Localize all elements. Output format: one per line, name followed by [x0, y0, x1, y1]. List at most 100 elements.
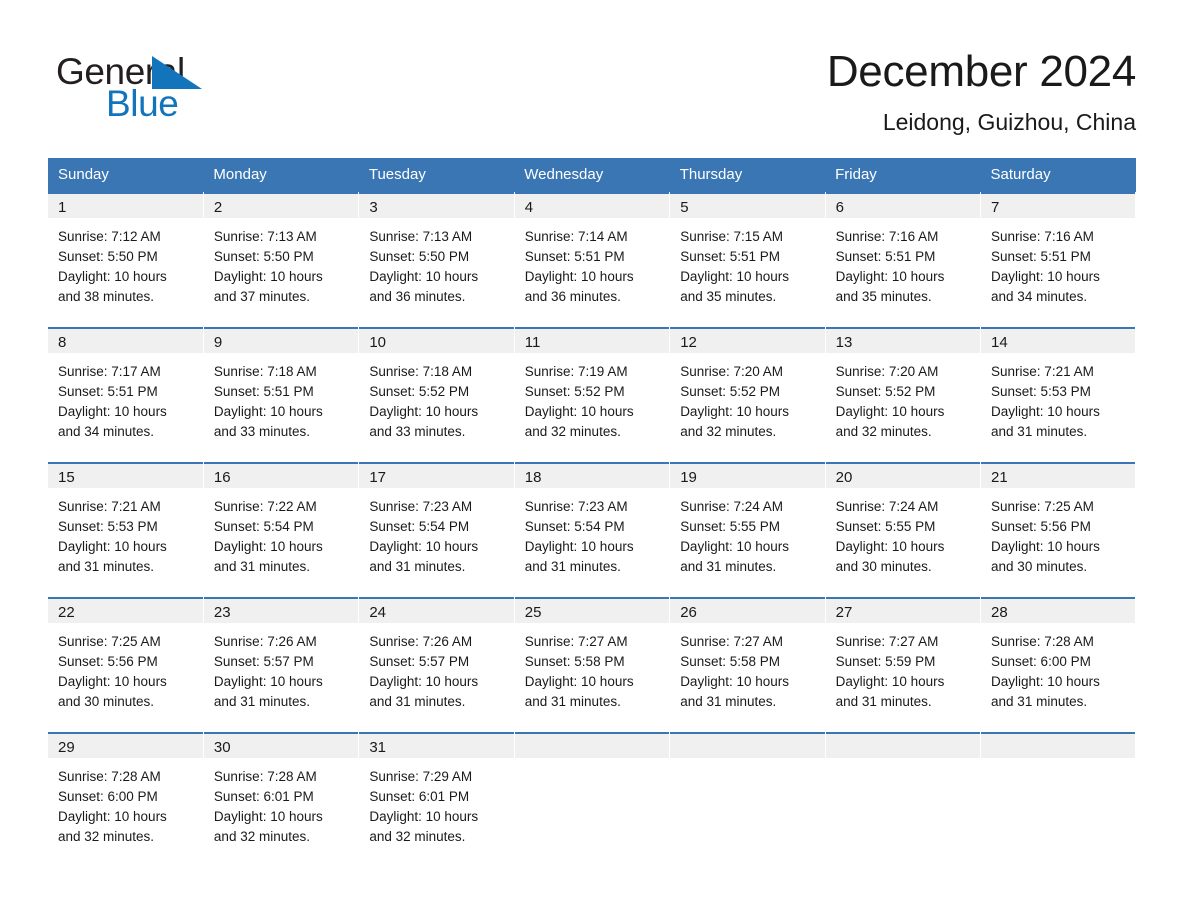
day-details: Sunrise: 7:24 AM Sunset: 5:55 PM Daylight:…	[826, 488, 980, 577]
calendar-day-cell[interactable]: 18 Sunrise: 7:23 AM Sunset: 5:54 PM Dayligh…	[514, 462, 671, 597]
calendar-day-cell[interactable]: 23 Sunrise: 7:26 AM Sunset: 5:57 PM Dayligh…	[203, 597, 360, 732]
weekday-header-tuesday: Tuesday	[358, 158, 515, 192]
calendar-day-cell[interactable]: 4 Sunrise: 7:14 AM Sunset: 5:51 PM Daylight…	[514, 192, 671, 327]
weekday-header-friday: Friday	[825, 158, 981, 192]
calendar-body: 1 Sunrise: 7:12 AM Sunset: 5:50 PM Daylight…	[48, 192, 1137, 867]
calendar-day-cell[interactable]: 5 Sunrise: 7:15 AM Sunset: 5:51 PM Daylight…	[669, 192, 826, 327]
calendar-day-cell[interactable]: 27 Sunrise: 7:27 AM Sunset: 5:59 PM Dayligh…	[825, 597, 982, 732]
day-daylight-line1-text: Daylight: 10 hours	[680, 404, 789, 419]
calendar-day-cell[interactable]: 2 Sunrise: 7:13 AM Sunset: 5:50 PM Daylight…	[203, 192, 360, 327]
day-details: Sunrise: 7:13 AM Sunset: 5:50 PM Daylight:…	[359, 218, 513, 307]
calendar-day-cell[interactable]: 28 Sunrise: 7:28 AM Sunset: 6:00 PM Dayligh…	[980, 597, 1137, 732]
day-daylight-line2-text: and 30 minutes.	[835, 559, 932, 574]
calendar-day-cell[interactable]: 19 Sunrise: 7:24 AM Sunset: 5:55 PM Dayligh…	[669, 462, 826, 597]
day-sunset-text: Sunset: 5:51 PM	[58, 384, 158, 399]
day-sunset-text: Sunset: 5:57 PM	[213, 654, 314, 669]
day-daylight-line1-text: Daylight: 10 hours	[58, 809, 167, 824]
calendar-day-cell[interactable]: 3 Sunrise: 7:13 AM Sunset: 5:50 PM Daylight…	[358, 192, 515, 327]
day-details: Sunrise: 7:27 AM Sunset: 5:59 PM Daylight:…	[826, 623, 980, 712]
day-daylight-line1-text: Daylight: 10 hours	[58, 269, 167, 284]
day-daylight-line2-text: and 31 minutes.	[991, 694, 1088, 709]
day-daylight-line1-text: Daylight: 10 hours	[369, 809, 479, 824]
weekday-header-saturday: Saturday	[980, 158, 1136, 192]
day-daylight-line2-text: and 32 minutes.	[369, 829, 466, 844]
day-number: 24	[359, 597, 514, 623]
calendar-day-cell[interactable]: 31 Sunrise: 7:29 AM Sunset: 6:01 PM Dayligh…	[358, 732, 515, 867]
day-daylight-line2-text: and 33 minutes.	[369, 424, 466, 439]
calendar-day-cell[interactable]: 29 Sunrise: 7:28 AM Sunset: 6:00 PM Dayligh…	[48, 732, 204, 867]
calendar-day-cell[interactable]: 1 Sunrise: 7:12 AM Sunset: 5:50 PM Daylight…	[48, 192, 204, 327]
day-number: 22	[48, 597, 203, 623]
day-daylight-line2-text: and 31 minutes.	[369, 694, 466, 709]
calendar-page: General Blue December 2024 Leidong, Guiz…	[0, 0, 1188, 918]
day-sunrise-text: Sunrise: 7:27 AM	[835, 634, 939, 649]
day-sunset-text: Sunset: 5:55 PM	[835, 519, 936, 534]
calendar-day-cell[interactable]: 20 Sunrise: 7:24 AM Sunset: 5:55 PM Dayligh…	[825, 462, 982, 597]
day-sunset-text: Sunset: 6:00 PM	[991, 654, 1091, 669]
calendar-day-cell[interactable]: 16 Sunrise: 7:22 AM Sunset: 5:54 PM Dayligh…	[203, 462, 360, 597]
calendar-day-cell[interactable]: 26 Sunrise: 7:27 AM Sunset: 5:58 PM Dayligh…	[669, 597, 826, 732]
day-daylight-line1-text: Daylight: 10 hours	[213, 809, 323, 824]
day-number: 9	[203, 327, 359, 353]
day-sunrise-text: Sunrise: 7:18 AM	[369, 364, 473, 379]
day-sunrise-text: Sunrise: 7:23 AM	[369, 499, 473, 514]
day-number: 4	[514, 192, 670, 218]
day-details: Sunrise: 7:27 AM Sunset: 5:58 PM Daylight:…	[515, 623, 669, 712]
day-daylight-line1-text: Daylight: 10 hours	[835, 674, 945, 689]
day-details: Sunrise: 7:20 AM Sunset: 5:52 PM Daylight:…	[826, 353, 980, 442]
day-daylight-line1-text: Daylight: 10 hours	[991, 539, 1100, 554]
day-daylight-line1-text: Daylight: 10 hours	[213, 539, 323, 554]
day-number: 31	[359, 732, 514, 758]
weekday-header-sunday: Sunday	[48, 158, 204, 192]
calendar-day-cell[interactable]: 14 Sunrise: 7:21 AM Sunset: 5:53 PM Dayligh…	[980, 327, 1137, 462]
calendar-day-cell[interactable]: 13 Sunrise: 7:20 AM Sunset: 5:52 PM Dayligh…	[825, 327, 982, 462]
weekday-header-monday: Monday	[203, 158, 359, 192]
calendar-week-row: 29 Sunrise: 7:28 AM Sunset: 6:00 PM Dayligh…	[48, 732, 1137, 867]
day-number: 29	[48, 732, 203, 758]
calendar-day-cell[interactable]: 17 Sunrise: 7:23 AM Sunset: 5:54 PM Dayligh…	[358, 462, 515, 597]
day-daylight-line1-text: Daylight: 10 hours	[369, 269, 479, 284]
calendar-day-cell[interactable]: 21 Sunrise: 7:25 AM Sunset: 5:56 PM Dayligh…	[980, 462, 1137, 597]
calendar-day-cell[interactable]: 9 Sunrise: 7:18 AM Sunset: 5:51 PM Daylight…	[203, 327, 360, 462]
day-sunset-text: Sunset: 5:52 PM	[524, 384, 625, 399]
calendar-day-cell[interactable]: 12 Sunrise: 7:20 AM Sunset: 5:52 PM Dayligh…	[669, 327, 826, 462]
day-daylight-line2-text: and 31 minutes.	[680, 559, 777, 574]
day-number: 13	[825, 327, 981, 353]
day-number	[514, 732, 670, 758]
calendar-day-cell[interactable]: 10 Sunrise: 7:18 AM Sunset: 5:52 PM Dayligh…	[358, 327, 515, 462]
day-daylight-line1-text: Daylight: 10 hours	[213, 269, 323, 284]
day-number: 21	[981, 462, 1136, 488]
calendar-day-cell[interactable]: 25 Sunrise: 7:27 AM Sunset: 5:58 PM Dayligh…	[514, 597, 671, 732]
day-sunrise-text: Sunrise: 7:26 AM	[213, 634, 317, 649]
calendar-day-cell[interactable]: 24 Sunrise: 7:26 AM Sunset: 5:57 PM Dayligh…	[358, 597, 515, 732]
day-details: Sunrise: 7:25 AM Sunset: 5:56 PM Daylight:…	[48, 623, 203, 712]
day-daylight-line2-text: and 34 minutes.	[58, 424, 155, 439]
day-number: 23	[203, 597, 359, 623]
calendar-day-cell[interactable]: 22 Sunrise: 7:25 AM Sunset: 5:56 PM Dayligh…	[48, 597, 204, 732]
day-sunrise-text: Sunrise: 7:26 AM	[369, 634, 473, 649]
day-number: 28	[981, 597, 1136, 623]
day-sunset-text: Sunset: 6:00 PM	[58, 789, 158, 804]
day-details: Sunrise: 7:27 AM Sunset: 5:58 PM Daylight:…	[670, 623, 824, 712]
day-details: Sunrise: 7:28 AM Sunset: 6:00 PM Daylight:…	[981, 623, 1135, 712]
calendar-empty-cell	[825, 732, 982, 867]
day-daylight-line1-text: Daylight: 10 hours	[680, 539, 789, 554]
day-daylight-line1-text: Daylight: 10 hours	[369, 539, 479, 554]
logo-text-blue: Blue	[106, 83, 179, 124]
day-daylight-line2-text: and 34 minutes.	[991, 289, 1088, 304]
day-daylight-line1-text: Daylight: 10 hours	[369, 404, 479, 419]
day-sunrise-text: Sunrise: 7:17 AM	[58, 364, 161, 379]
calendar-day-cell[interactable]: 8 Sunrise: 7:17 AM Sunset: 5:51 PM Daylight…	[48, 327, 204, 462]
day-daylight-line1-text: Daylight: 10 hours	[524, 404, 634, 419]
calendar-day-cell[interactable]: 11 Sunrise: 7:19 AM Sunset: 5:52 PM Dayligh…	[514, 327, 671, 462]
calendar-day-cell[interactable]: 7 Sunrise: 7:16 AM Sunset: 5:51 PM Daylight…	[980, 192, 1137, 327]
day-sunrise-text: Sunrise: 7:27 AM	[680, 634, 783, 649]
calendar-day-cell[interactable]: 6 Sunrise: 7:16 AM Sunset: 5:51 PM Daylight…	[825, 192, 982, 327]
day-details: Sunrise: 7:22 AM Sunset: 5:54 PM Daylight:…	[204, 488, 358, 577]
calendar-day-cell[interactable]: 30 Sunrise: 7:28 AM Sunset: 6:01 PM Dayligh…	[203, 732, 360, 867]
day-number: 30	[203, 732, 359, 758]
day-sunrise-text: Sunrise: 7:28 AM	[991, 634, 1094, 649]
calendar-day-cell[interactable]: 15 Sunrise: 7:21 AM Sunset: 5:53 PM Dayligh…	[48, 462, 204, 597]
day-sunset-text: Sunset: 5:50 PM	[213, 249, 314, 264]
day-details: Sunrise: 7:16 AM Sunset: 5:51 PM Daylight:…	[826, 218, 980, 307]
